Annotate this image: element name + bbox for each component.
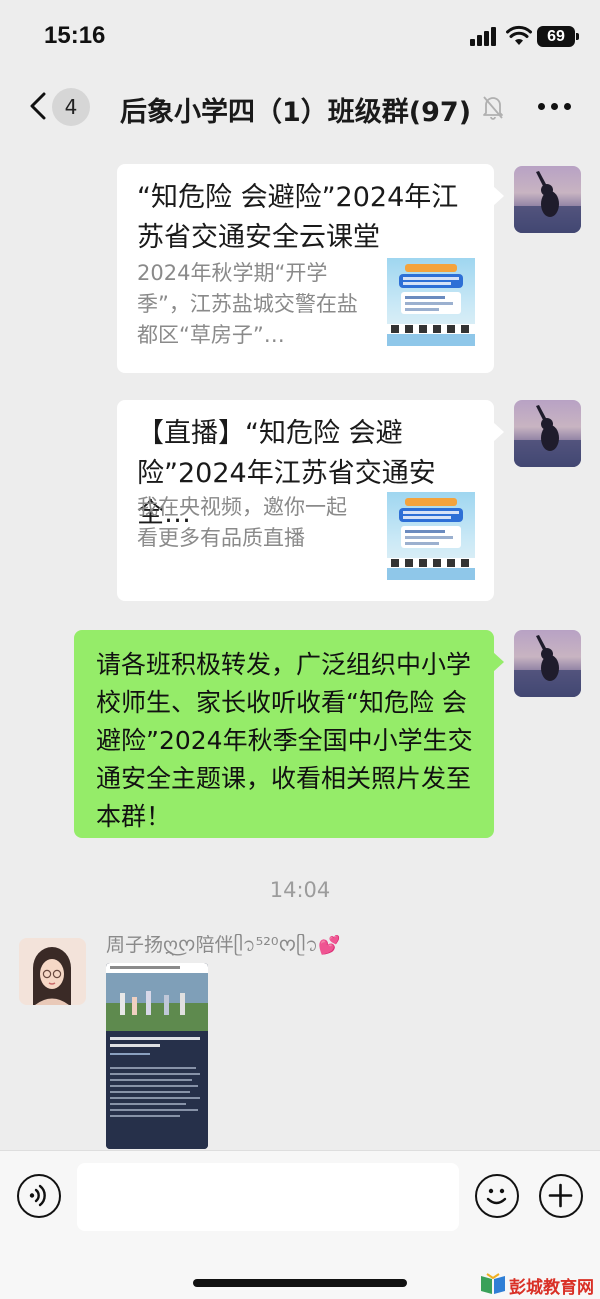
avatar[interactable] [514, 166, 581, 233]
sender-avatar[interactable] [19, 938, 86, 1005]
voice-icon [29, 1184, 46, 1207]
home-indicator [193, 1279, 407, 1287]
avatar[interactable] [514, 630, 581, 697]
chat-title[interactable]: 后象小学四（1）班级群(97) [120, 90, 471, 129]
emoji-button[interactable] [475, 1174, 519, 1218]
live-card-description: 我在央视频，邀你一起看更多有品质直播 [137, 495, 347, 550]
ellipsis-icon [538, 103, 545, 110]
more-options-button[interactable] [536, 98, 572, 114]
link-card-thumbnail [387, 258, 475, 346]
chat-header: 4 后象小学四（1）班级群(97) [0, 72, 600, 142]
voice-button[interactable] [17, 1174, 61, 1218]
status-bar: 15:16 69 [0, 0, 600, 72]
input-bar: 彭城教育网 [0, 1150, 600, 1299]
live-card-thumbnail [387, 492, 475, 580]
link-card-description: 2024年秋学期“开学季”，江苏盐城交警在盐都区“草房子”… [137, 261, 358, 347]
text-message-bubble[interactable]: 请各班积极转发，广泛组织中小学校师生、家长收听收看“知危险 会避险”2024年秋… [74, 630, 504, 838]
unread-count-badge[interactable]: 4 [52, 88, 90, 126]
sender-name-text: 周子扬ღ͜ᰔ陪伴ᥫ᭡⁵²⁰ᰔᥫ᭡ [106, 934, 319, 956]
message-timestamp: 14:04 [269, 878, 331, 902]
watermark-text: 彭城教育网 [509, 1278, 594, 1298]
live-card-message[interactable]: 【直播】“知危险 会避险”2024年江苏省交通安全… 我在央视频，邀你一起看更多… [117, 400, 504, 601]
bell-slash-icon [483, 96, 503, 120]
image-message[interactable] [106, 963, 208, 1149]
message-input[interactable] [77, 1163, 459, 1231]
link-card-title: “知危险 会避险”2024年江苏省交通安全云课堂 [137, 182, 459, 253]
status-time: 15:16 [44, 22, 106, 49]
book-logo-icon [481, 1273, 505, 1294]
sender-name: 周子扬ღ͜ᰔ陪伴ᥫ᭡⁵²⁰ᰔᥫ᭡💕 [106, 930, 341, 965]
heart-icon: 💕 [318, 935, 341, 956]
plus-button[interactable] [539, 1174, 583, 1218]
message-text: 请各班积极转发，广泛组织中小学校师生、家长收听收看“知危险 会避险”2024年秋… [96, 650, 473, 831]
plus-icon [548, 1183, 573, 1208]
smile-icon [486, 1188, 507, 1205]
wifi-icon [506, 25, 532, 45]
avatar[interactable] [514, 400, 581, 467]
signal-icon [470, 26, 500, 46]
link-card-message[interactable]: “知危险 会避险”2024年江苏省交通安全云课堂 2024年秋学期“开学季”，江… [117, 164, 504, 373]
battery-icon: 69 [537, 26, 579, 47]
chevron-left-icon[interactable] [28, 92, 48, 120]
watermark: 彭城教育网 [479, 1271, 600, 1298]
